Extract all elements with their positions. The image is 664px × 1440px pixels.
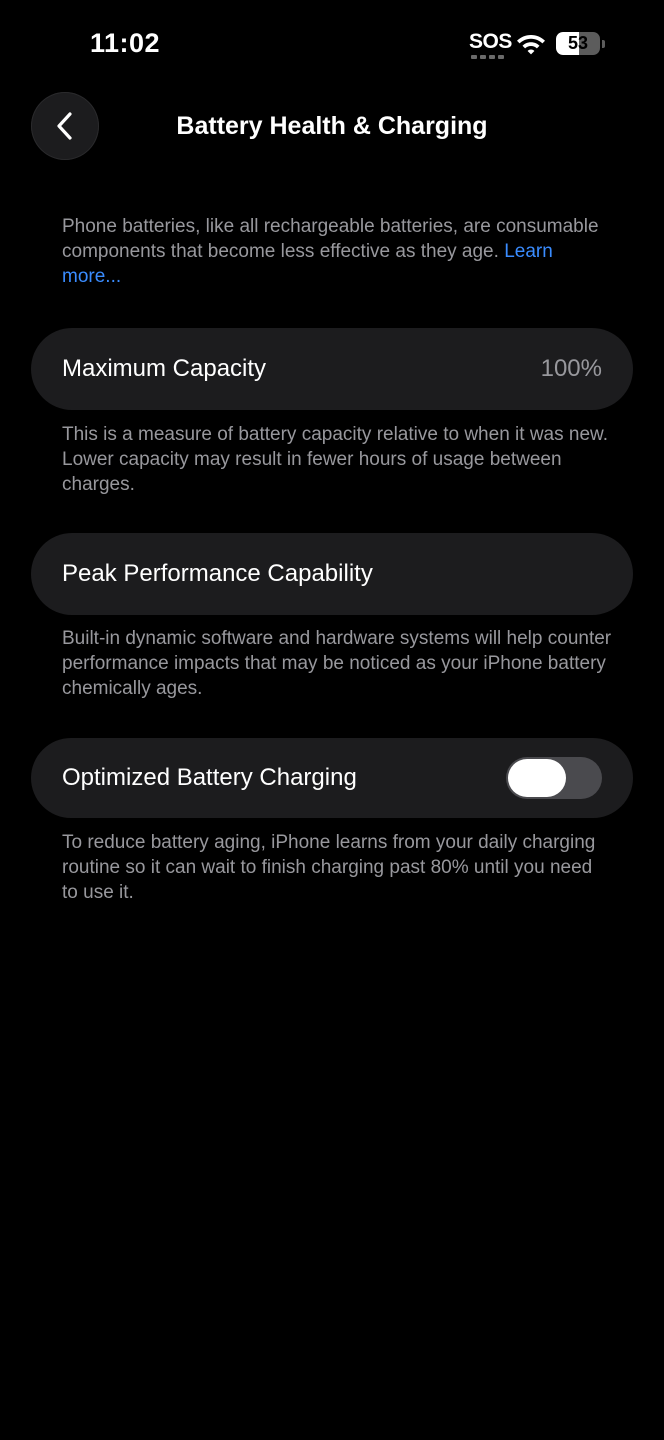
maximum-capacity-row: Maximum Capacity 100% — [31, 328, 633, 410]
optimized-charging-row: Optimized Battery Charging — [31, 738, 633, 818]
battery-level: 53 — [567, 33, 589, 53]
maximum-capacity-value: 100% — [540, 355, 602, 382]
sos-indicator: SOS — [469, 30, 512, 63]
signal-dots-icon — [471, 55, 504, 59]
optimized-charging-footnote: To reduce battery aging, iPhone learns f… — [62, 832, 596, 903]
status-bar: 11:02 SOS 53 — [0, 0, 664, 90]
optimized-charging-label: Optimized Battery Charging — [62, 764, 357, 791]
peak-performance-footnote: Built-in dynamic software and hardware s… — [62, 628, 612, 699]
peak-performance-row: Peak Performance Capability — [31, 533, 633, 615]
intro-text: Phone batteries, like all rechargeable b… — [62, 214, 612, 289]
battery-icon: 53 — [556, 32, 606, 56]
sos-label: SOS — [469, 30, 512, 53]
maximum-capacity-footnote: This is a measure of battery capacity re… — [62, 424, 608, 495]
page-title: Battery Health & Charging — [176, 112, 488, 140]
peak-performance-label: Peak Performance Capability — [62, 560, 373, 587]
toggle-knob — [508, 759, 566, 797]
status-time: 11:02 — [90, 28, 161, 58]
optimized-charging-toggle[interactable] — [506, 757, 602, 799]
maximum-capacity-label: Maximum Capacity — [62, 355, 267, 382]
wifi-icon — [517, 35, 545, 55]
